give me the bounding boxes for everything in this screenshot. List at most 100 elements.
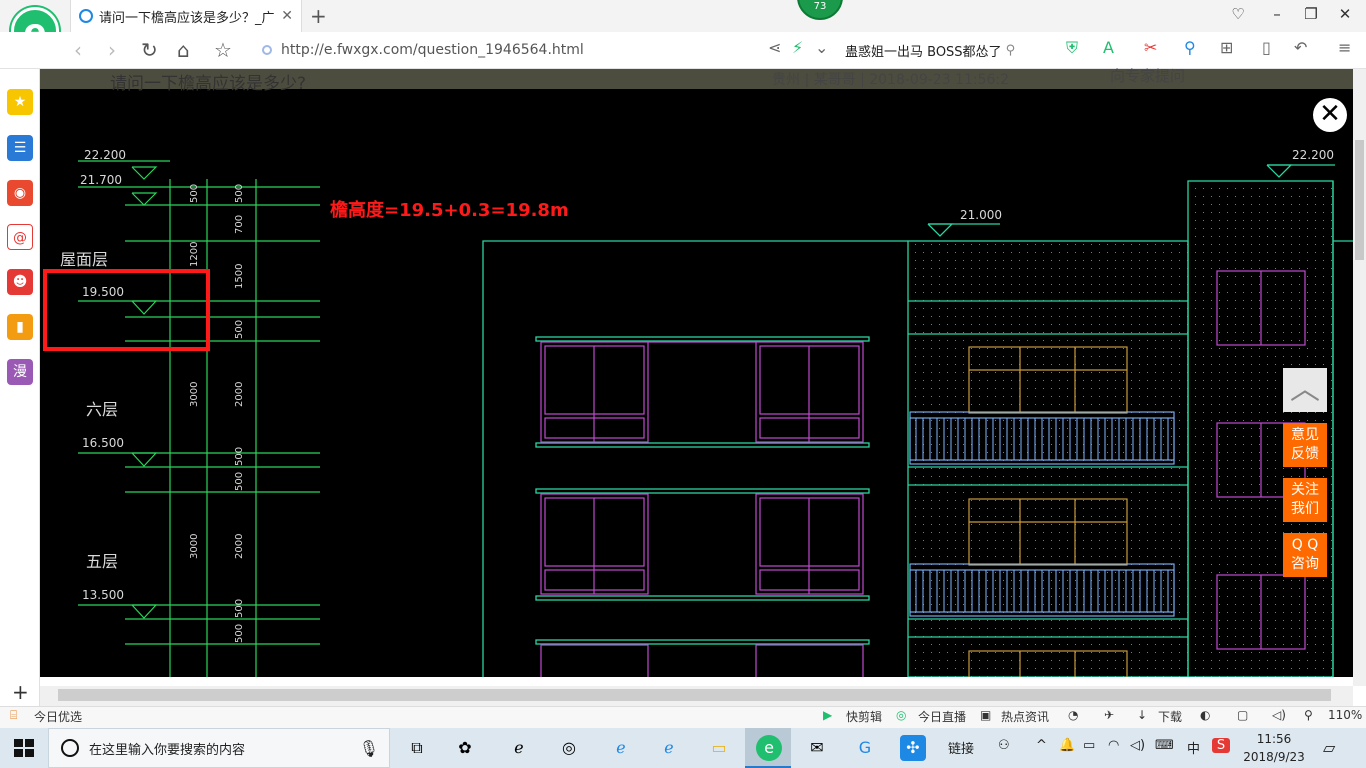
security-icon xyxy=(262,45,272,55)
hot-news-link[interactable]: 热点资讯 xyxy=(1001,708,1049,725)
mail-app-icon[interactable]: ✉ xyxy=(804,735,830,761)
zoom-level[interactable]: 110% xyxy=(1328,708,1362,722)
sogou-icon[interactable]: G xyxy=(852,735,878,761)
kuaijianji-link[interactable]: 快剪辑 xyxy=(846,708,882,725)
input-method-indicator[interactable]: 中 xyxy=(1187,738,1200,757)
search-icon[interactable]: ⚲ xyxy=(1006,43,1016,58)
share-icon[interactable]: ⋖ xyxy=(768,38,781,57)
clock-time: 11:56 xyxy=(1256,732,1292,746)
follow-us-button[interactable]: 关注 我们 xyxy=(1283,478,1327,522)
browser-2345-icon[interactable]: ◎ xyxy=(556,735,582,761)
notification-bell-icon[interactable]: 🔔 xyxy=(1059,738,1075,753)
magnifier-icon[interactable]: ⚲ xyxy=(1184,38,1196,57)
zoom-icon[interactable]: ⚲ xyxy=(1304,708,1313,722)
sogou-ime-icon[interactable]: S xyxy=(1212,738,1230,753)
edge-legacy-icon[interactable]: ℯ xyxy=(506,735,532,761)
dim-500-e: 500 xyxy=(234,472,245,491)
translate-icon[interactable]: A xyxy=(1103,38,1114,57)
favorite-star-icon[interactable]: ☆ xyxy=(214,38,232,62)
speed-icon[interactable]: ⚡ xyxy=(792,38,803,57)
microphone-icon[interactable]: 🎙 xyxy=(359,739,379,758)
keyboard-icon[interactable]: ⌨ xyxy=(1155,738,1174,753)
edge-icon[interactable]: ℯ xyxy=(608,735,634,761)
pinwheel-app-icon[interactable]: ✣ xyxy=(900,735,926,761)
minimize-button[interactable]: – xyxy=(1262,5,1292,23)
speedup-icon[interactable]: ◔ xyxy=(1068,708,1078,722)
cortana-icon xyxy=(61,739,79,757)
favorites-star-icon[interactable]: ★ xyxy=(7,89,33,115)
roof-level-label: 屋面层 xyxy=(60,250,108,269)
menu-icon[interactable]: ≡ xyxy=(1338,38,1351,57)
level-21000: 21.000 xyxy=(960,208,1002,222)
taskbar-search-box[interactable]: 在这里输入你要搜索的内容 🎙 xyxy=(48,728,390,768)
new-tab-button[interactable]: + xyxy=(310,4,327,28)
vertical-scroll-thumb[interactable] xyxy=(1355,140,1364,260)
people-icon[interactable]: ⚇ xyxy=(998,738,1010,753)
gift-icon: ⌸ xyxy=(10,708,18,722)
chevron-down-icon[interactable]: ⌄ xyxy=(815,38,828,57)
weibo-icon[interactable]: ◉ xyxy=(7,180,33,206)
apps-grid-icon[interactable]: ⊞ xyxy=(1220,38,1233,57)
home-icon[interactable]: ⌂ xyxy=(177,38,190,62)
links-toolbar[interactable]: 链接 xyxy=(948,738,974,757)
close-window-button[interactable]: ✕ xyxy=(1330,5,1360,23)
url-text: http://e.fwxgx.com/question_1946564.html xyxy=(281,42,584,58)
back-to-top-button[interactable]: ︿ xyxy=(1283,368,1327,412)
system-clock[interactable]: 11:56 2018/9/23 xyxy=(1238,730,1310,766)
feedback-button[interactable]: 意见 反馈 xyxy=(1283,423,1327,467)
dim-3000-b: 3000 xyxy=(189,534,200,559)
browser-taskbar-icon[interactable]: e xyxy=(756,735,782,761)
ie-mode-icon[interactable]: ◐ xyxy=(1200,708,1210,722)
comic-icon[interactable]: 漫 xyxy=(7,359,33,385)
dim-500-b: 500 xyxy=(234,184,245,203)
close-viewer-button[interactable]: ✕ xyxy=(1313,98,1347,132)
right-level-22200: 22.200 xyxy=(1292,148,1334,162)
qq-consult-button[interactable]: Q Q 咨询 xyxy=(1283,533,1327,577)
game-icon[interactable]: ☻ xyxy=(7,269,33,295)
live-icon: ◎ xyxy=(896,708,907,722)
tray-chevron-icon[interactable]: ^ xyxy=(1036,738,1047,753)
window-icon[interactable]: ▢ xyxy=(1237,708,1248,722)
mail-icon[interactable]: @ xyxy=(7,224,33,250)
task-view-icon[interactable]: ⧉ xyxy=(404,735,430,761)
highlight-box xyxy=(43,269,210,351)
cad-elevation-drawing: 22.200 21.700 屋面层 19.500 六层 16.500 五层 13… xyxy=(43,148,1353,677)
level-16500: 16.500 xyxy=(82,436,124,450)
ask-expert-button[interactable]: 向专家提问 xyxy=(1110,65,1185,86)
file-explorer-icon[interactable]: ▭ xyxy=(706,735,732,761)
wifi-icon[interactable]: ◠ xyxy=(1108,738,1119,753)
site-favicon-icon xyxy=(79,9,93,23)
phone-icon[interactable]: ▯ xyxy=(1262,38,1271,57)
address-bar[interactable]: http://e.fwxgx.com/question_1946564.html xyxy=(262,37,832,63)
add-sidebar-button[interactable]: + xyxy=(12,680,29,704)
forward-icon[interactable]: › xyxy=(108,38,116,62)
dim-1200: 1200 xyxy=(189,242,200,267)
search-suggestion[interactable]: 蛊惑姐一出马 BOSS都怂了 ⚲ xyxy=(845,37,1050,63)
download-link[interactable]: 下载 xyxy=(1158,708,1182,725)
skin-icon[interactable]: ♡ xyxy=(1223,5,1253,23)
back-icon[interactable]: ‹ xyxy=(74,38,82,62)
volume-icon[interactable]: ◁) xyxy=(1272,708,1286,722)
ie-icon[interactable]: ℯ xyxy=(656,735,682,761)
tab-close-icon[interactable]: ✕ xyxy=(281,8,293,24)
today-live-link[interactable]: 今日直播 xyxy=(918,708,966,725)
speaker-icon[interactable]: ◁) xyxy=(1130,738,1145,753)
scissors-icon[interactable]: ✂ xyxy=(1144,38,1157,57)
pin-icon[interactable]: ✈ xyxy=(1104,708,1114,722)
refresh-icon[interactable]: ↻ xyxy=(141,38,158,62)
browser-tab[interactable]: 请问一下檐高应该是多少？_广联 ✕ xyxy=(70,0,302,32)
horizontal-scroll-thumb[interactable] xyxy=(58,689,1331,701)
undo-icon[interactable]: ↶ xyxy=(1294,38,1307,57)
dim-2000-a: 2000 xyxy=(234,382,245,407)
clip-icon: ▶ xyxy=(823,708,833,722)
shield-icon[interactable]: ⛨ xyxy=(1066,38,1078,58)
today-picks-link[interactable]: 今日优选 xyxy=(34,708,82,725)
book-icon[interactable]: ▮ xyxy=(7,314,33,340)
windows-start-icon[interactable] xyxy=(14,739,34,757)
action-center-icon[interactable]: ▱ xyxy=(1323,738,1335,757)
screen: e 请问一下檐高应该是多少？_广联 ✕ + 73 ♡ – ❐ ✕ ‹ › ↻ ⌂… xyxy=(0,0,1366,768)
fan-app-icon[interactable]: ✿ xyxy=(452,735,478,761)
reading-list-icon[interactable]: ☰ xyxy=(7,135,33,161)
battery-icon[interactable]: ▭ xyxy=(1083,738,1095,753)
restore-button[interactable]: ❐ xyxy=(1296,5,1326,23)
